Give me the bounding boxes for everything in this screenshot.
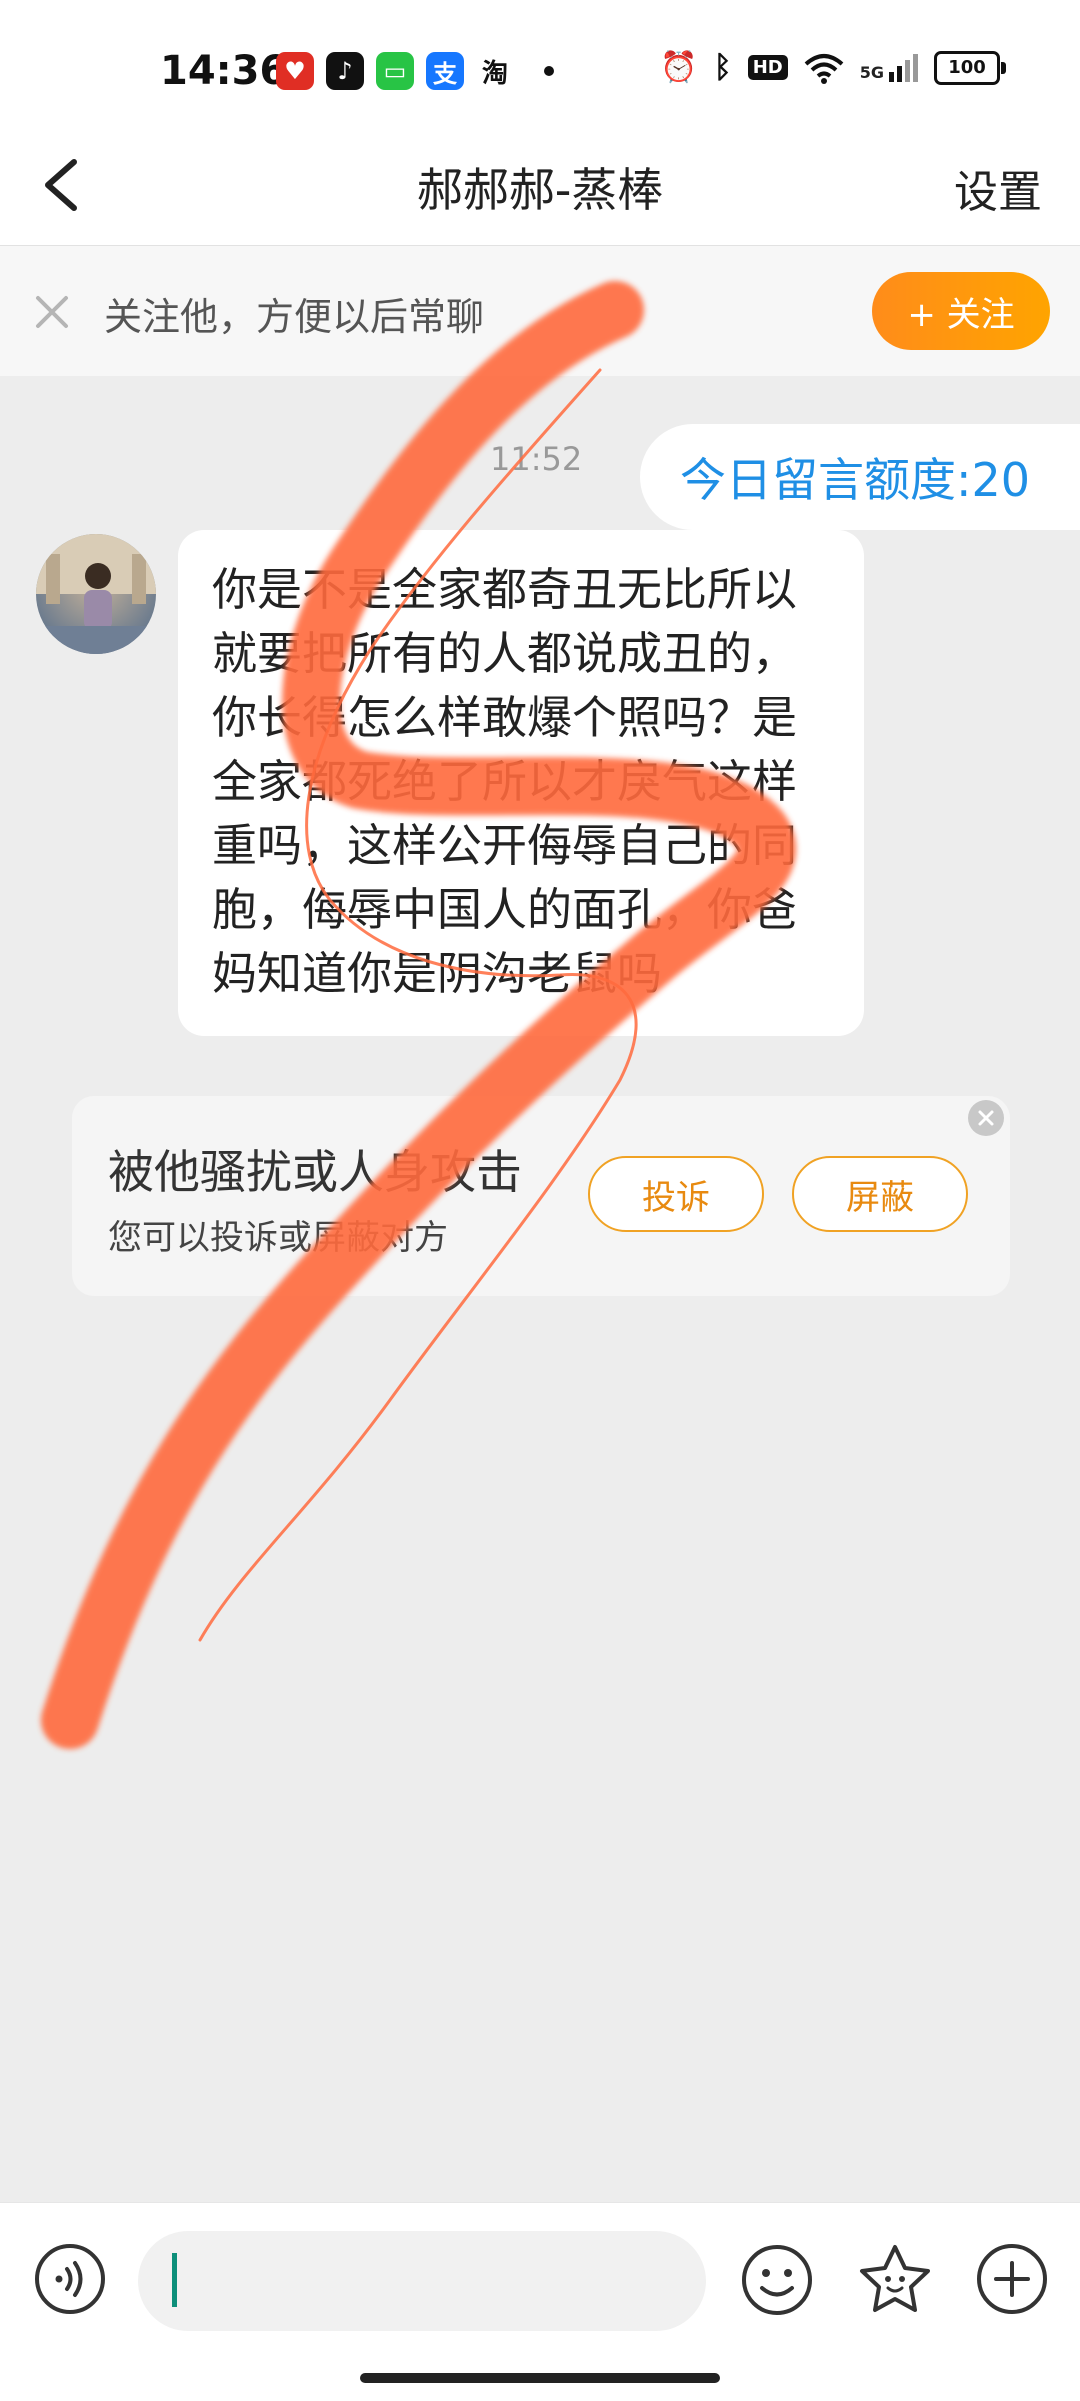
alarm-icon: ⏰ xyxy=(660,50,698,85)
settings-button[interactable]: 设置 xyxy=(954,156,1042,220)
emoji-icon[interactable] xyxy=(740,2243,814,2317)
incoming-message-bubble[interactable]: 你是不是全家都奇丑无比所以就要把所有的人都说成丑的，你长得怎么样敢爆个照吗？是全… xyxy=(178,530,864,1036)
text-cursor xyxy=(172,2253,177,2307)
report-card-title: 被他骚扰或人身攻击 xyxy=(108,1145,522,1199)
messages-icon: ▭ xyxy=(376,52,414,90)
follow-button[interactable]: + 关注 xyxy=(872,272,1050,350)
close-card-icon[interactable] xyxy=(968,1100,1004,1136)
chat-title: 郝郝郝-蒸棒 xyxy=(416,163,664,217)
message-timestamp: 11:52 xyxy=(490,440,583,478)
status-time: 14:36 xyxy=(160,48,288,94)
chat-header: 郝郝郝-蒸棒 设置 xyxy=(0,130,1080,246)
system-icons: ⏰ ᛒ HD 5G 100 xyxy=(660,50,1006,85)
douyin-icon: ♪ xyxy=(326,52,364,90)
battery-icon: 100 xyxy=(934,50,1006,85)
message-quota-bubble: 今日留言额度:20 xyxy=(640,424,1080,530)
report-card-subtitle: 您可以投诉或屏蔽对方 xyxy=(108,1218,448,1258)
taobao-icon: 淘 xyxy=(481,58,508,89)
wifi-icon xyxy=(804,53,844,84)
message-text: 你是不是全家都奇丑无比所以就要把所有的人都说成丑的，你长得怎么样敢爆个照吗？是全… xyxy=(212,563,798,1000)
alipay-icon: 支 xyxy=(426,52,464,90)
avatar-photo xyxy=(36,534,156,654)
message-input[interactable] xyxy=(138,2231,706,2331)
network-type-label: 5G xyxy=(859,62,884,82)
close-icon[interactable] xyxy=(30,290,74,334)
cell-signal-icon: 5G xyxy=(859,53,918,82)
harassment-report-card: 被他骚扰或人身攻击 您可以投诉或屏蔽对方 投诉 屏蔽 xyxy=(72,1096,1010,1296)
follow-prompt: 关注他，方便以后常聊 xyxy=(104,295,485,339)
follow-suggestion-bar: 关注他，方便以后常聊 + 关注 xyxy=(0,246,1080,376)
more-notifications-dot xyxy=(544,66,554,76)
complain-button[interactable]: 投诉 xyxy=(588,1156,764,1232)
notification-icons: ♥ ♪ ▭ 支 淘 xyxy=(276,52,554,90)
message-input-bar xyxy=(0,2202,1080,2401)
voice-input-icon[interactable] xyxy=(34,2243,106,2315)
bluetooth-icon: ᛒ xyxy=(713,50,732,85)
close-x-icon xyxy=(978,1110,994,1126)
message-quota-text: 今日留言额度:20 xyxy=(680,453,1031,507)
home-indicator[interactable] xyxy=(360,2373,720,2383)
block-button[interactable]: 屏蔽 xyxy=(792,1156,968,1232)
pinduoduo-icon: ♥ xyxy=(276,52,314,90)
avatar[interactable] xyxy=(36,534,156,654)
hd-icon: HD xyxy=(747,55,788,80)
more-options-plus-icon[interactable] xyxy=(976,2243,1048,2315)
status-bar: 14:36 ♥ ♪ ▭ 支 淘 ⏰ ᛒ HD 5G 100 xyxy=(0,0,1080,130)
sticker-icon[interactable] xyxy=(856,2241,934,2319)
